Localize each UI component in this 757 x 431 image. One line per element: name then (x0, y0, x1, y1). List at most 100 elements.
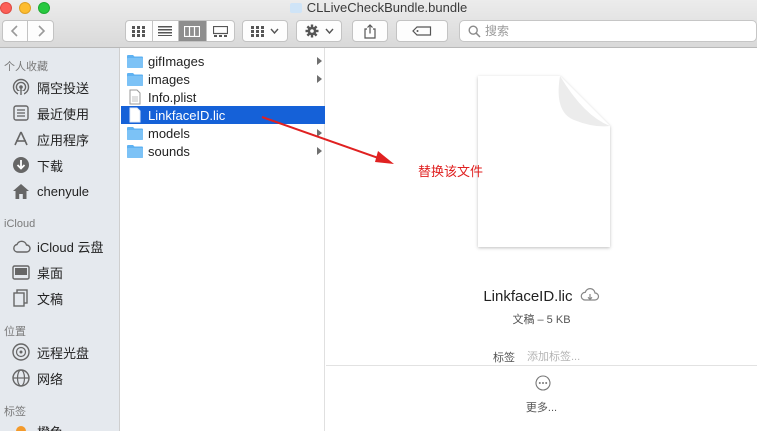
search-field[interactable] (459, 20, 757, 42)
tags-label: 标签 (493, 352, 515, 364)
sidebar-item-desktop[interactable]: 桌面 (0, 261, 120, 283)
view-switcher (125, 20, 235, 42)
preview-file-info: 文稿 – 5 KB (512, 314, 571, 326)
list-item[interactable]: Info.plist (121, 88, 325, 106)
list-item[interactable]: gifImages (121, 52, 325, 70)
list-view-icon (158, 26, 173, 36)
sidebar-item-label: 文稿 (37, 291, 64, 307)
applications-icon (11, 129, 31, 149)
list-item[interactable]: sounds (121, 142, 325, 160)
file-name: sounds (148, 143, 190, 159)
gallery-view-icon (212, 25, 228, 37)
preview-pane: LinkfaceID.lic 文稿 – 5 KB 标签 添加标签... 更多..… (326, 48, 757, 431)
disclosure-arrow-icon (317, 75, 322, 83)
column-view-button[interactable] (179, 21, 207, 41)
sidebar-item-label: chenyule (37, 183, 90, 199)
preview-file-name-text: LinkfaceID.lic (483, 288, 573, 305)
disclosure-arrow-icon (317, 57, 322, 65)
sidebar-item-label: 最近使用 (37, 106, 90, 122)
toolbar: CLLiveCheckBundle.bundle (0, 0, 757, 48)
search-input[interactable] (485, 24, 735, 38)
file-name: LinkfaceID.lic (148, 107, 226, 123)
group-by-button[interactable] (242, 20, 288, 42)
sidebar-item-airdrop[interactable]: 隔空投送 (0, 76, 120, 98)
chevron-down-icon (270, 28, 279, 34)
more-icon[interactable] (535, 375, 551, 391)
window-title: CLLiveCheckBundle.bundle (0, 0, 757, 16)
document-icon (129, 89, 141, 105)
download-icon (11, 155, 31, 175)
chevron-left-icon (10, 25, 18, 37)
share-button[interactable] (352, 20, 388, 42)
sidebar-header-tags: 标签 (4, 406, 26, 418)
document-icon (129, 107, 141, 123)
home-icon (11, 181, 31, 201)
folder-icon (127, 127, 143, 140)
add-tags-field[interactable]: 添加标签... (527, 348, 580, 364)
sidebar-item-applications[interactable]: 应用程序 (0, 128, 120, 150)
chevron-right-icon (37, 25, 45, 37)
sidebar-item-label: iCloud 云盘 (37, 239, 104, 255)
folder-icon (289, 3, 302, 13)
file-column: gifImages images Info.plist LinkfaceID.l… (121, 48, 325, 431)
disc-icon (11, 342, 31, 362)
cloud-download-icon[interactable] (580, 288, 600, 302)
divider (326, 365, 757, 366)
folder-icon (127, 55, 143, 68)
share-icon (364, 23, 376, 39)
orange-tag-icon (11, 421, 31, 431)
cloud-icon (11, 236, 31, 256)
disclosure-arrow-icon (317, 147, 322, 155)
sidebar-item-downloads[interactable]: 下载 (0, 154, 120, 176)
sidebar-item-label: 应用程序 (37, 132, 90, 148)
chevron-down-icon (324, 28, 334, 34)
desktop-icon (11, 262, 31, 282)
list-item[interactable]: images (121, 70, 325, 88)
sidebar-item-label: 隔空投送 (37, 80, 90, 96)
forward-button[interactable] (28, 21, 53, 41)
gallery-view-button[interactable] (207, 21, 234, 41)
folder-icon (127, 145, 143, 158)
folder-icon (127, 73, 143, 86)
file-name: gifImages (148, 53, 205, 69)
document-preview-icon (478, 76, 610, 247)
search-icon (468, 24, 481, 38)
sidebar-item-icloud-drive[interactable]: iCloud 云盘 (0, 235, 120, 257)
sidebar-item-network[interactable]: 网络 (0, 367, 120, 389)
airdrop-icon (11, 77, 31, 97)
sidebar-item-home[interactable]: chenyule (0, 180, 120, 202)
back-button[interactable] (3, 21, 29, 41)
sidebar-item-recents[interactable]: 最近使用 (0, 102, 120, 124)
edit-tags-button[interactable] (396, 20, 448, 42)
sidebar-item-label: 网络 (37, 371, 64, 387)
sidebar-item-label: 远程光盘 (37, 345, 90, 361)
list-view-button[interactable] (153, 21, 180, 41)
file-name: models (148, 125, 190, 141)
list-item[interactable]: models (121, 124, 325, 142)
group-icon (251, 25, 264, 37)
sidebar-item-label: 下载 (37, 158, 64, 174)
list-item-selected[interactable]: LinkfaceID.lic (121, 106, 325, 124)
sidebar: 个人收藏 隔空投送 最近使用 应用程序 下载 chenyule iCloud i… (0, 48, 120, 431)
sidebar-item-remote-disc[interactable]: 远程光盘 (0, 341, 120, 363)
file-name: Info.plist (148, 89, 197, 105)
tag-icon (412, 26, 432, 36)
sidebar-header-favorites: 个人收藏 (4, 61, 48, 73)
sidebar-item-tag-orange[interactable]: 橙色 (0, 420, 120, 431)
nav-buttons (2, 20, 54, 42)
sidebar-item-documents[interactable]: 文稿 (0, 287, 120, 309)
recents-icon (11, 103, 31, 123)
column-view-icon (184, 25, 201, 37)
sidebar-header-locations: 位置 (4, 326, 26, 338)
action-button[interactable] (296, 20, 342, 42)
icon-view-icon (132, 25, 146, 37)
sidebar-item-label: 桌面 (37, 265, 64, 281)
window-title-text: CLLiveCheckBundle.bundle (306, 0, 468, 15)
file-name: images (148, 71, 190, 87)
sidebar-header-icloud: iCloud (4, 218, 36, 230)
sidebar-item-label: 橙色 (37, 422, 63, 431)
more-button[interactable]: 更多... (326, 399, 757, 415)
icon-view-button[interactable] (126, 21, 153, 41)
network-icon (11, 368, 31, 388)
annotation-text: 替换该文件 (418, 164, 484, 179)
